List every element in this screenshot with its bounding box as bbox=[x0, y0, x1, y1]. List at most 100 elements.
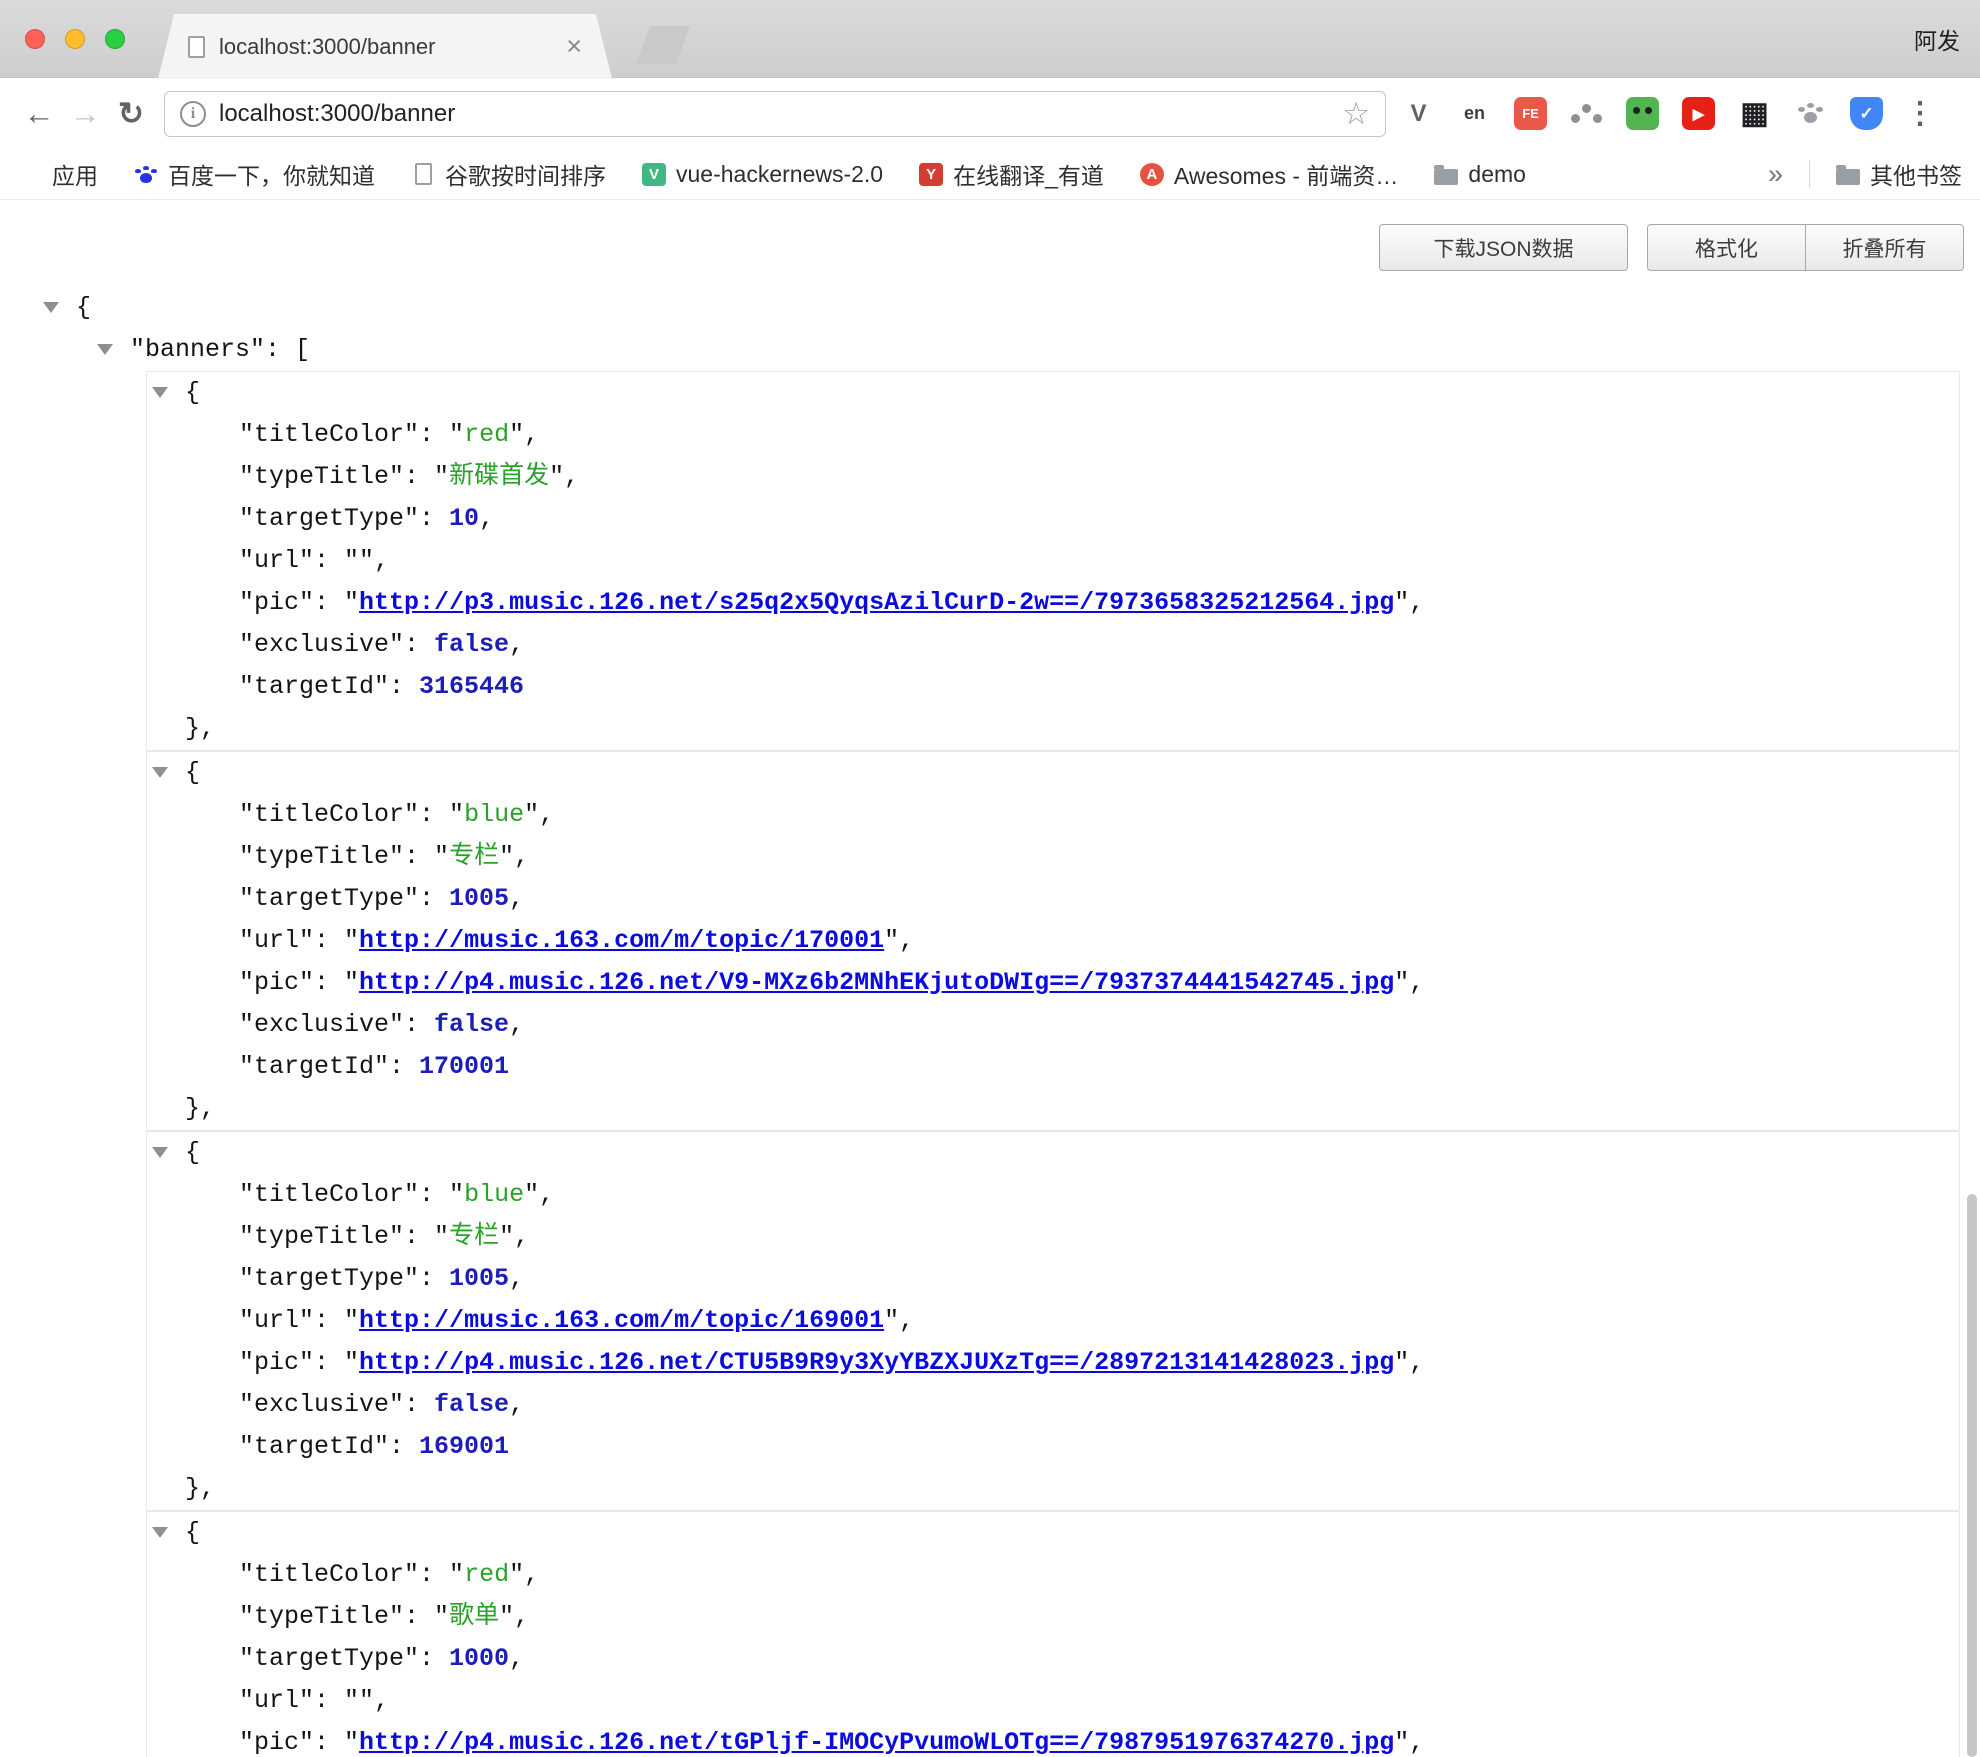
address-bar[interactable]: i localhost:3000/banner ☆ bbox=[164, 91, 1386, 137]
collapse-toggle-icon[interactable] bbox=[152, 1147, 168, 1158]
vimium-icon[interactable]: V bbox=[1402, 97, 1435, 130]
folder-icon bbox=[1434, 169, 1458, 185]
menu-icon[interactable]: ⋮ bbox=[1905, 96, 1935, 131]
json-url-link[interactable]: http://music.163.com/m/topic/170001 bbox=[359, 926, 884, 955]
json-token-p: , bbox=[374, 1686, 389, 1715]
back-button[interactable]: ← bbox=[16, 96, 62, 132]
json-line: "targetType": 1005, bbox=[147, 1258, 1959, 1300]
divider bbox=[1809, 160, 1810, 188]
json-line: }, bbox=[147, 1468, 1959, 1510]
qrcode-icon[interactable]: ▦ bbox=[1738, 97, 1771, 130]
json-token-p: " bbox=[509, 1560, 524, 1589]
bookmark-item[interactable]: 谷歌按时间排序 bbox=[411, 157, 606, 191]
json-token-p: : bbox=[419, 1560, 449, 1589]
translate-en-icon[interactable]: en bbox=[1458, 97, 1491, 130]
other-bookmarks-folder[interactable]: 其他书签 bbox=[1836, 157, 1962, 191]
json-token-key: "pic" bbox=[239, 588, 314, 617]
reload-button[interactable]: ↻ bbox=[108, 96, 154, 132]
minimize-button[interactable] bbox=[65, 29, 85, 49]
json-token-key: "pic" bbox=[239, 1348, 314, 1377]
bookmark-item[interactable]: 百度一下，你就知道 bbox=[134, 157, 375, 191]
close-button[interactable] bbox=[25, 29, 45, 49]
collapse-all-button[interactable]: 折叠所有 bbox=[1805, 224, 1964, 271]
window-controls bbox=[25, 29, 125, 49]
shield-check-icon[interactable]: ✓ bbox=[1850, 97, 1883, 130]
bookmark-label: 百度一下，你就知道 bbox=[168, 157, 375, 191]
collapse-toggle-icon[interactable] bbox=[97, 344, 113, 355]
json-url-link[interactable]: http://p3.music.126.net/s25q2x5QyqsAzilC… bbox=[359, 588, 1394, 617]
page-icon bbox=[411, 162, 435, 186]
json-token-p: : bbox=[404, 1010, 434, 1039]
format-button[interactable]: 格式化 bbox=[1647, 224, 1806, 271]
zoom-button[interactable] bbox=[105, 29, 125, 49]
json-token-num: 170001 bbox=[419, 1052, 509, 1081]
json-token-key: "titleColor" bbox=[239, 420, 419, 449]
json-line: "pic": "http://p4.music.126.net/tGPljf-I… bbox=[147, 1722, 1959, 1757]
json-line: "pic": "http://p4.music.126.net/V9-MXz6b… bbox=[147, 962, 1959, 1004]
json-token-p: " bbox=[359, 546, 374, 575]
bookmarks-overflow-icon[interactable]: » bbox=[1768, 159, 1783, 190]
json-line: "exclusive": false, bbox=[147, 1004, 1959, 1046]
url-host: localhost bbox=[219, 100, 314, 127]
json-token-key: "typeTitle" bbox=[239, 842, 404, 871]
info-icon[interactable]: i bbox=[180, 101, 206, 127]
youtube-icon[interactable]: ▶ bbox=[1682, 97, 1715, 130]
json-line: "titleColor": "red", bbox=[147, 414, 1959, 456]
json-url-link[interactable]: http://p4.music.126.net/V9-MXz6b2MNhEKju… bbox=[359, 968, 1394, 997]
bookmark-label: 其他书签 bbox=[1870, 157, 1962, 191]
profile-name[interactable]: 阿发 bbox=[1914, 22, 1960, 56]
new-tab-button[interactable] bbox=[636, 26, 690, 64]
people-icon[interactable] bbox=[1570, 97, 1603, 130]
json-token-p: , bbox=[509, 1010, 524, 1039]
json-token-bool: false bbox=[434, 630, 509, 659]
json-object-box: {"titleColor": "blue","typeTitle": "专栏",… bbox=[146, 1131, 1960, 1511]
json-line: "typeTitle": "新碟首发", bbox=[147, 456, 1959, 498]
json-line: "url": "", bbox=[147, 540, 1959, 582]
fe-icon[interactable]: FE bbox=[1514, 97, 1547, 130]
json-line: "exclusive": false, bbox=[147, 624, 1959, 666]
json-line: { bbox=[0, 287, 1980, 329]
download-json-button[interactable]: 下载JSON数据 bbox=[1379, 224, 1628, 271]
json-line: { bbox=[147, 372, 1959, 414]
json-token-key: "targetId" bbox=[239, 672, 389, 701]
scrollbar-thumb[interactable] bbox=[1967, 1194, 1977, 1757]
page-actions: 下载JSON数据 格式化 折叠所有 bbox=[0, 224, 1964, 271]
json-token-p: : bbox=[389, 672, 419, 701]
bookmark-item[interactable]: 应用 bbox=[18, 157, 98, 191]
bookmarks-right-group: » 其他书签 bbox=[1768, 157, 1962, 191]
json-token-num: 1005 bbox=[449, 1264, 509, 1293]
bookmark-item[interactable]: Y在线翻译_有道 bbox=[919, 157, 1104, 191]
bookmark-label: Awesomes - 前端资… bbox=[1174, 157, 1399, 191]
json-line: "url": "http://music.163.com/m/topic/169… bbox=[147, 1300, 1959, 1342]
json-line: "targetType": 10, bbox=[147, 498, 1959, 540]
json-token-key: "exclusive" bbox=[239, 630, 404, 659]
json-token-key: "typeTitle" bbox=[239, 1222, 404, 1251]
bookmark-item[interactable]: A Awesomes - 前端资… bbox=[1140, 157, 1399, 191]
collapse-toggle-icon[interactable] bbox=[152, 1527, 168, 1538]
awesomes-icon: A bbox=[1140, 163, 1164, 186]
json-line: "pic": "http://p4.music.126.net/CTU5B9R9… bbox=[147, 1342, 1959, 1384]
json-token-p: " bbox=[344, 1686, 359, 1715]
collapse-toggle-icon[interactable] bbox=[43, 302, 59, 313]
bookmark-item[interactable]: demo bbox=[1434, 161, 1526, 188]
bookmark-star-icon[interactable]: ☆ bbox=[1342, 98, 1370, 129]
collapse-toggle-icon[interactable] bbox=[152, 387, 168, 398]
json-url-link[interactable]: http://p4.music.126.net/CTU5B9R9y3XyYBZX… bbox=[359, 1348, 1394, 1377]
collapse-toggle-icon[interactable] bbox=[152, 767, 168, 778]
json-token-p: " bbox=[344, 926, 359, 955]
json-url-link[interactable]: http://p4.music.126.net/tGPljf-IMOCyPvum… bbox=[359, 1728, 1394, 1757]
forward-button[interactable]: → bbox=[62, 96, 108, 132]
tampermonkey-icon[interactable] bbox=[1626, 97, 1659, 130]
tab-close-icon[interactable]: × bbox=[566, 33, 582, 60]
browser-tab[interactable]: localhost:3000/banner × bbox=[158, 14, 612, 79]
json-line: "titleColor": "blue", bbox=[147, 1174, 1959, 1216]
json-token-p: : bbox=[404, 1390, 434, 1419]
json-token-p: { bbox=[185, 1518, 200, 1547]
json-token-bool: false bbox=[434, 1010, 509, 1039]
bookmark-item[interactable]: Vvue-hackernews-2.0 bbox=[642, 161, 883, 188]
apps-grid-icon bbox=[18, 162, 42, 186]
json-token-p: " bbox=[884, 1306, 899, 1335]
json-token-p: , bbox=[1409, 588, 1424, 617]
paw-print-icon[interactable] bbox=[1794, 97, 1827, 130]
json-url-link[interactable]: http://music.163.com/m/topic/169001 bbox=[359, 1306, 884, 1335]
